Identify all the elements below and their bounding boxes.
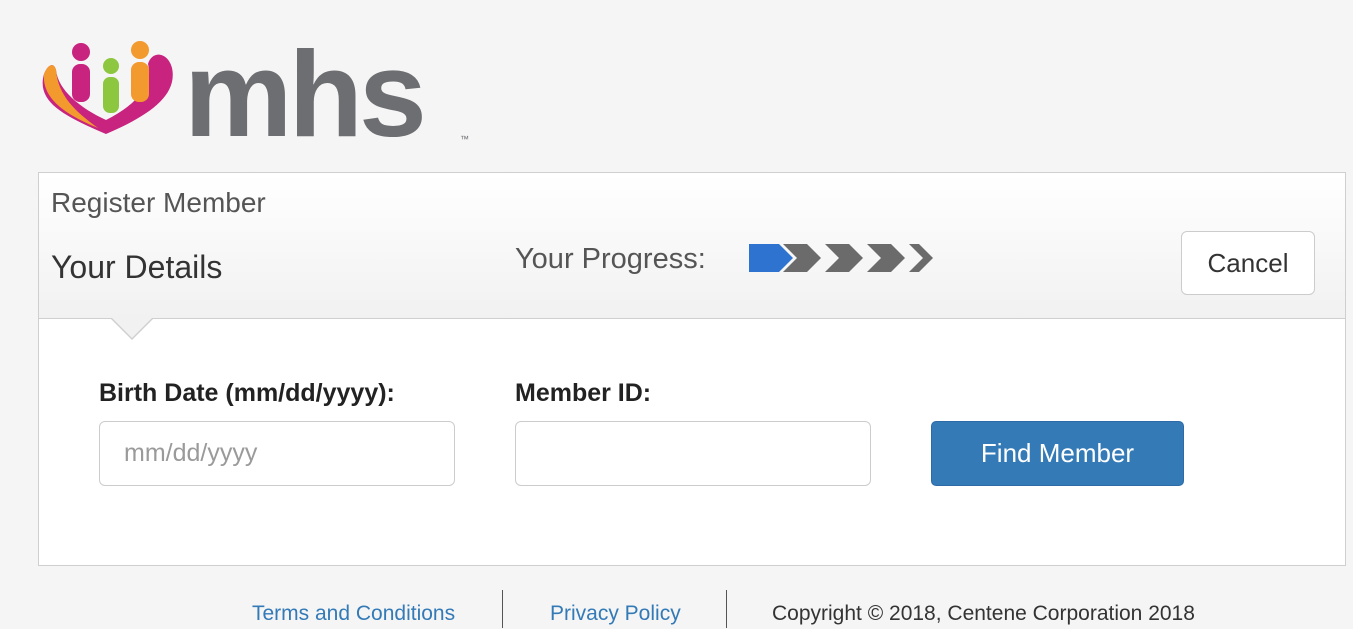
member-id-input[interactable] <box>515 421 871 486</box>
progress-step-4 <box>867 244 905 272</box>
progress-step-5 <box>909 244 933 272</box>
privacy-link[interactable]: Privacy Policy <box>550 602 681 626</box>
panel-title: Register Member <box>51 187 266 218</box>
progress-indicator <box>749 244 933 272</box>
copyright-text: Copyright © 2018, Centene Corporation 20… <box>772 602 1195 625</box>
terms-link[interactable]: Terms and Conditions <box>252 602 455 626</box>
birth-date-label: Birth Date (mm/dd/yyyy): <box>99 379 395 407</box>
footer: Terms and Conditions Privacy Policy Copy… <box>0 586 1353 629</box>
progress-label: Your Progress: <box>515 243 706 275</box>
progress-step-3 <box>825 244 863 272</box>
svg-text:™: ™ <box>460 134 469 144</box>
mhs-logo: mhs ™ <box>36 24 486 148</box>
find-member-button[interactable]: Find Member <box>931 421 1184 486</box>
step-title: Your Details <box>51 249 223 285</box>
birth-date-input[interactable] <box>99 421 455 486</box>
progress-step-1 <box>749 244 793 272</box>
footer-divider <box>726 590 727 628</box>
cancel-button[interactable]: Cancel <box>1181 231 1315 295</box>
header-pointer <box>110 317 154 340</box>
member-id-label: Member ID: <box>515 379 652 407</box>
footer-divider <box>502 590 503 628</box>
mhs-logo-graphic: mhs ™ <box>42 26 469 148</box>
panel-header: Register Member Your Details Your Progre… <box>39 173 1345 319</box>
register-member-panel: Register Member Your Details Your Progre… <box>38 172 1346 566</box>
svg-text:mhs: mhs <box>184 26 423 148</box>
